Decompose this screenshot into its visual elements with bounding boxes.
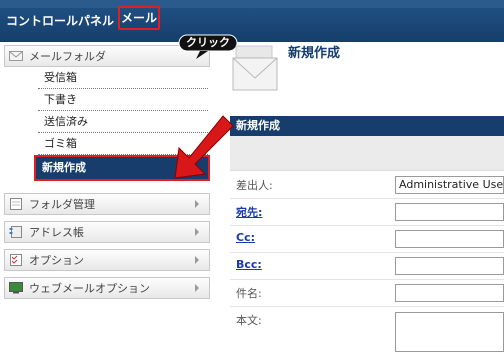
address-book-icon — [9, 226, 23, 238]
monitor-icon — [9, 282, 23, 294]
nav-control-panel[interactable]: コントロールパネル — [6, 12, 114, 29]
expand-arrow-icon — [195, 200, 199, 208]
cc-row: Cc: — [230, 225, 504, 253]
from-label: 差出人: — [236, 179, 273, 192]
cc-input[interactable] — [395, 230, 504, 248]
expand-arrow-icon — [195, 256, 199, 264]
top-stripe — [0, 0, 504, 8]
subject-input[interactable] — [395, 284, 504, 302]
body-row: 本文: — [230, 306, 504, 352]
options-header[interactable]: オプション — [4, 249, 210, 271]
mail-folder-label: メールフォルダ — [29, 50, 106, 63]
bcc-row: Bcc: — [230, 252, 504, 280]
folder-drafts[interactable]: 下書き — [38, 89, 208, 111]
to-row: 宛先: — [230, 198, 504, 226]
to-input[interactable] — [395, 203, 504, 221]
cc-link[interactable]: Cc: — [236, 231, 255, 244]
click-callout-text: クリック — [186, 36, 230, 49]
red-pointer-arrow — [174, 115, 234, 179]
body-label: 本文: — [236, 314, 262, 327]
page-title: 新規作成 — [288, 46, 341, 61]
toolbar-area — [230, 136, 504, 171]
webmail-options-header[interactable]: ウェブメールオプション — [4, 277, 210, 299]
address-book-label: アドレス帳 — [29, 226, 84, 239]
folder-management-header[interactable]: フォルダ管理 — [4, 193, 210, 215]
subject-row: 件名: — [230, 279, 504, 307]
envelope-icon — [9, 50, 23, 62]
expand-arrow-icon — [195, 228, 199, 236]
folder-inbox[interactable]: 受信箱 — [38, 67, 208, 89]
body-textarea[interactable] — [395, 312, 504, 352]
compose-envelope-icon — [232, 44, 282, 94]
notepad-icon — [9, 198, 23, 210]
click-callout: クリック — [178, 34, 238, 59]
from-row: 差出人: Administrative User — [230, 171, 504, 199]
to-link[interactable]: 宛先: — [236, 204, 262, 220]
bcc-link[interactable]: Bcc: — [236, 258, 262, 271]
bcc-input[interactable] — [395, 257, 504, 275]
compose-panel: 新規作成 新規作成 差出人: Administrative User 宛先: C… — [230, 42, 504, 352]
top-nav-bar: コントロールパネル メール — [0, 0, 504, 42]
expand-arrow-icon — [195, 284, 199, 292]
subject-label: 件名: — [236, 287, 262, 300]
options-label: オプション — [29, 254, 84, 267]
checklist-icon — [9, 254, 23, 266]
folder-management-label: フォルダ管理 — [29, 198, 95, 211]
section-header: 新規作成 — [230, 116, 504, 136]
address-book-header[interactable]: アドレス帳 — [4, 221, 210, 243]
webmail-options-label: ウェブメールオプション — [29, 282, 150, 295]
nav-mail[interactable]: メール — [118, 6, 160, 30]
from-select[interactable]: Administrative User — [395, 176, 504, 194]
